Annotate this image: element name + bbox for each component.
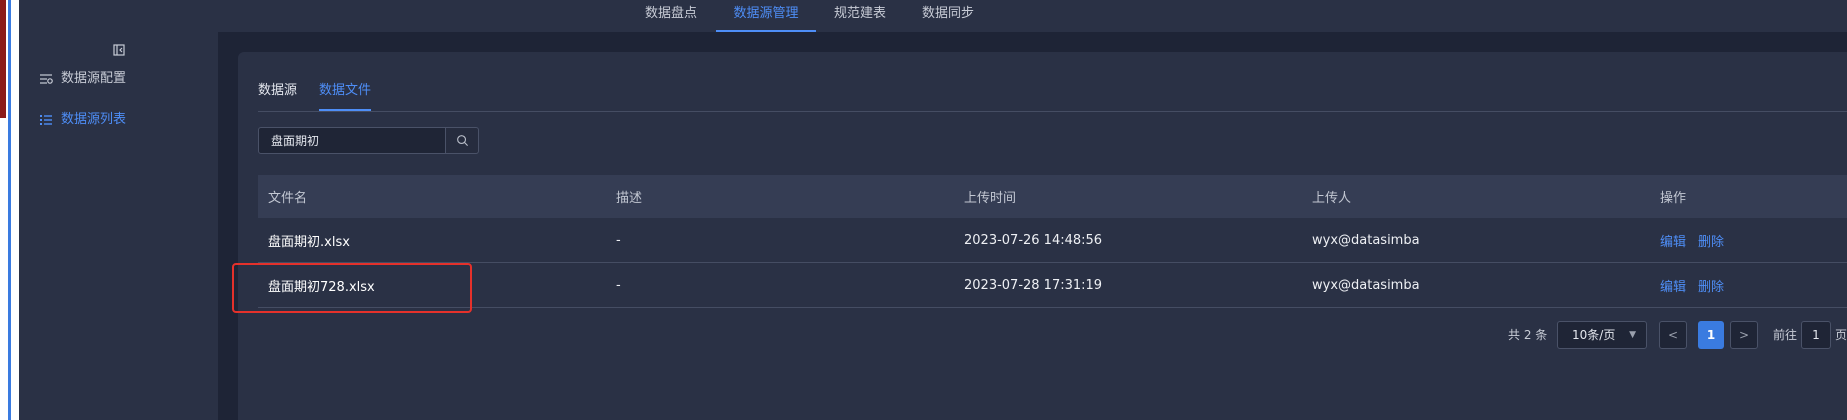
list-icon [40, 115, 52, 125]
tab-data-files[interactable]: 数据文件 [319, 80, 372, 111]
sidebar-item-datasource-config[interactable]: 数据源配置 [39, 67, 126, 91]
top-navigation: 数据盘点 数据源管理 规范建表 数据同步 [19, 0, 1847, 32]
goto-page-input[interactable] [1801, 321, 1831, 349]
top-tab-data-inventory[interactable]: 数据盘点 [636, 0, 706, 32]
goto-label: 前往 [1773, 328, 1798, 342]
header-actions: 操作 [1660, 191, 1687, 206]
table-header: 文件名 描述 上传时间 上传人 操作 [258, 175, 1847, 218]
edit-link[interactable]: 编辑 [1660, 231, 1686, 250]
delete-link[interactable]: 删除 [1698, 276, 1724, 295]
cell-description: - [616, 277, 621, 293]
collapse-sidebar-icon[interactable] [111, 42, 127, 58]
search-button[interactable] [445, 127, 479, 154]
delete-link[interactable]: 删除 [1698, 231, 1724, 250]
pagination-total: 共 2 条 [1508, 328, 1548, 342]
chevron-down-icon: ▼ [1629, 330, 1636, 340]
cell-uploader: wyx@datasimba [1312, 232, 1420, 248]
cell-upload-time: 2023-07-28 17:31:19 [964, 277, 1103, 293]
next-page-button[interactable]: > [1730, 321, 1758, 349]
cell-description: - [616, 232, 621, 248]
top-tab-datasource-management[interactable]: 数据源管理 [716, 0, 816, 32]
sidebar-item-label: 数据源列表 [61, 112, 127, 127]
config-icon [40, 74, 53, 84]
cell-upload-time: 2023-07-26 14:48:56 [964, 232, 1103, 248]
header-description: 描述 [616, 191, 643, 206]
page-size-value: 10条/页 [1572, 328, 1616, 342]
cell-uploader: wyx@datasimba [1312, 277, 1420, 293]
top-tab-standard-table[interactable]: 规范建表 [825, 0, 895, 32]
table-row: 盘面期初.xlsx - 2023-07-26 14:48:56 wyx@data… [258, 218, 1847, 263]
header-uploader: 上传人 [1312, 191, 1352, 206]
search-box [258, 127, 479, 154]
prev-page-button[interactable]: < [1659, 321, 1687, 349]
cell-filename: 盘面期初728.xlsx [268, 279, 375, 295]
tab-divider [258, 111, 1847, 112]
current-page-button[interactable]: 1 [1698, 321, 1724, 349]
cell-actions: 编辑 删除 [1660, 263, 1736, 307]
table-row: 盘面期初728.xlsx - 2023-07-28 17:31:19 wyx@d… [258, 263, 1847, 308]
tab-datasource[interactable]: 数据源 [258, 80, 297, 102]
sidebar-item-label: 数据源配置 [61, 71, 127, 86]
cell-actions: 编辑 删除 [1660, 218, 1736, 262]
sidebar-item-datasource-list[interactable]: 数据源列表 [39, 108, 126, 132]
left-edge-blue-strip [8, 0, 11, 420]
top-tab-data-sync[interactable]: 数据同步 [913, 0, 983, 32]
edit-link[interactable]: 编辑 [1660, 276, 1686, 295]
sidebar: 数据源配置 数据源列表 [19, 32, 218, 420]
search-icon [456, 135, 468, 147]
left-edge-red-strip [0, 0, 6, 118]
cell-filename: 盘面期初.xlsx [268, 234, 350, 250]
goto-page-suffix: 页 [1835, 328, 1847, 342]
header-upload-time: 上传时间 [964, 191, 1017, 206]
header-filename: 文件名 [268, 191, 308, 206]
page-size-select[interactable]: 10条/页 ▼ [1557, 321, 1647, 349]
search-input[interactable] [258, 127, 446, 154]
